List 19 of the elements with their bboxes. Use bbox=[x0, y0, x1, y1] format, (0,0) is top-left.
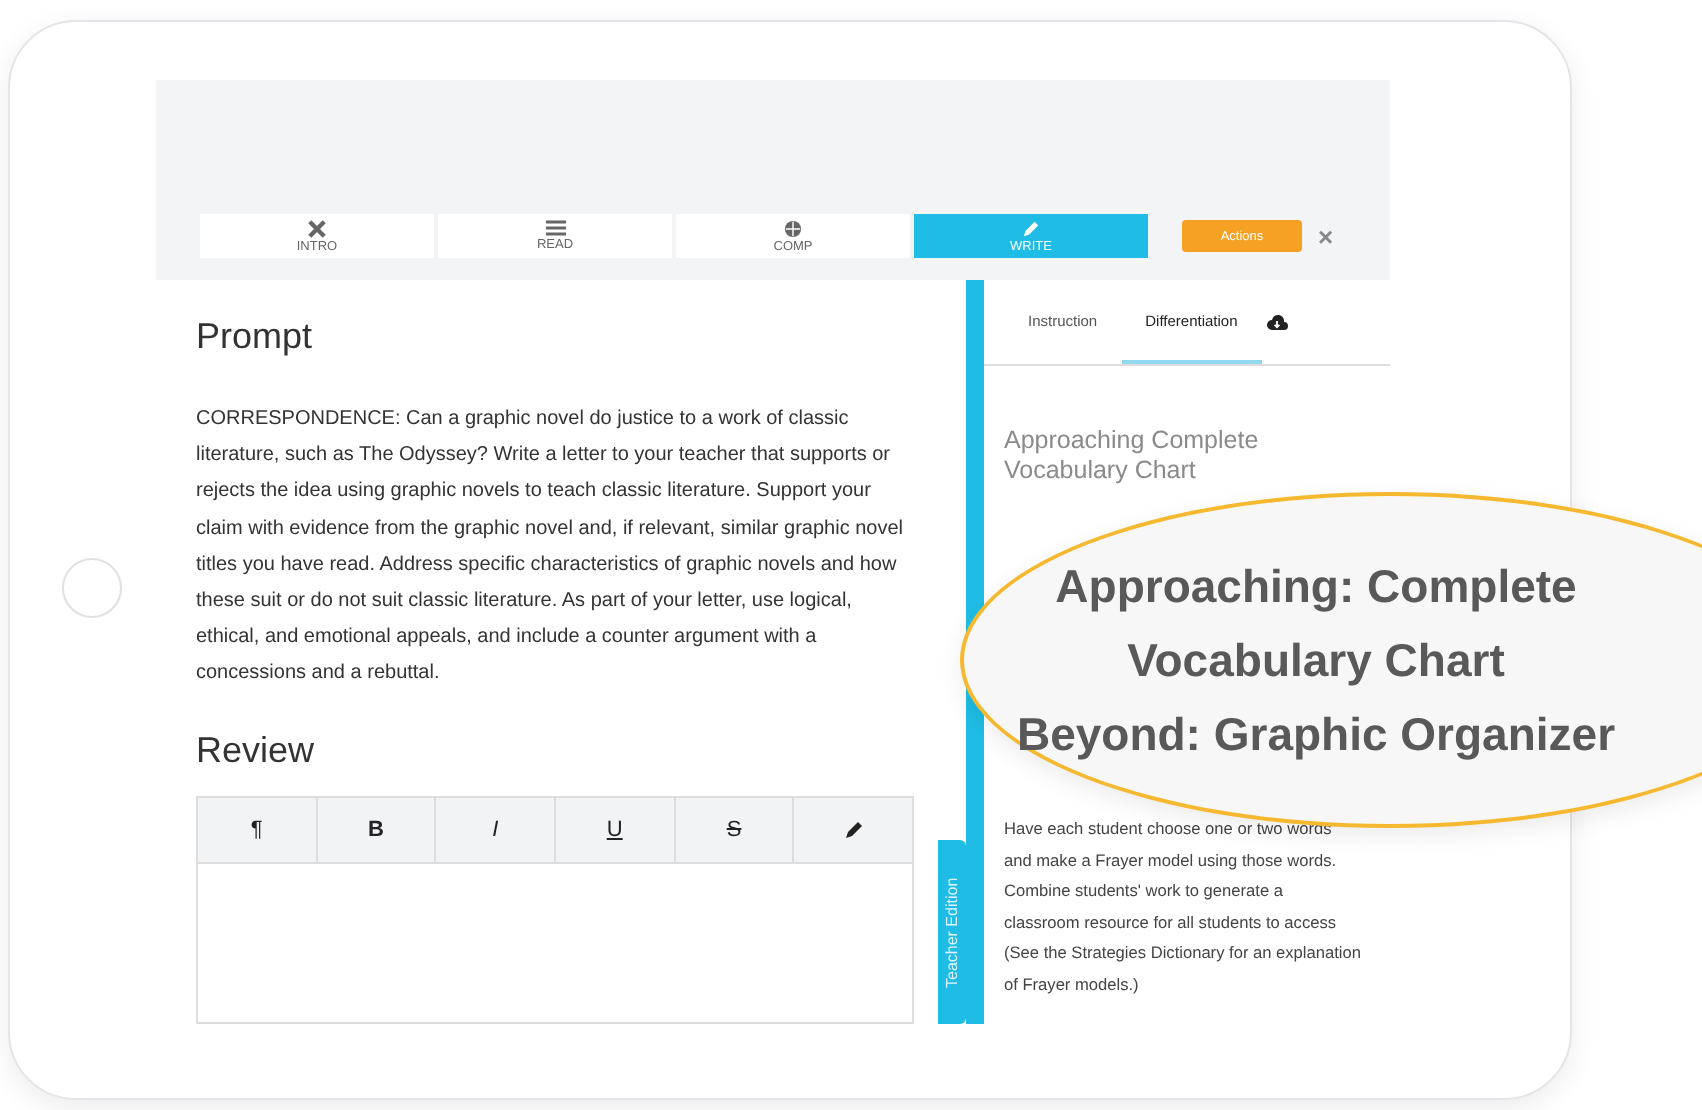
underline-format-button[interactable]: U bbox=[556, 797, 676, 862]
italic-format-button[interactable]: I bbox=[436, 797, 557, 862]
home-button[interactable] bbox=[62, 558, 122, 618]
pencil-icon bbox=[1022, 219, 1040, 237]
review-editor[interactable]: ¶ B I U S bbox=[196, 795, 914, 1024]
prompt-title: Prompt bbox=[196, 316, 315, 358]
cloud-download-icon[interactable] bbox=[1265, 314, 1288, 330]
text-format-button[interactable]: ¶ bbox=[198, 797, 318, 862]
menu-icon bbox=[545, 220, 565, 236]
globe-icon bbox=[784, 219, 802, 237]
prompt-text: CORRESPONDENCE: Can a graphic novel do justice to a work of classic literature, such as The Odyssey? Write a letter to your teacher that supports or rejects the idea using graphic novels to teach classic literature. Support your claim with evidence from the graphic novel and, if relevant, similar graphic novel titles you have read. Address specific characteristics of graphic novels and how these suit or do not suit classic literature. As part of your letter, use logical, ethical, and emotional appeals, and include a counter argument with a concessions and a rebuttal. bbox=[196, 406, 906, 689]
pencil-icon bbox=[843, 819, 864, 840]
magnified-text: Beyond: Graphic Organizer bbox=[1016, 705, 1616, 764]
bold-format-button[interactable]: B bbox=[317, 797, 437, 862]
strike-format-button[interactable]: S bbox=[675, 797, 795, 862]
magnified-text: Vocabulary Chart bbox=[1127, 631, 1505, 690]
magnified-text: Approaching: Complete bbox=[1055, 557, 1577, 616]
review-title: Review bbox=[196, 729, 317, 772]
differentiation-heading: Approaching Complete Vocabulary Chart bbox=[1004, 426, 1261, 486]
